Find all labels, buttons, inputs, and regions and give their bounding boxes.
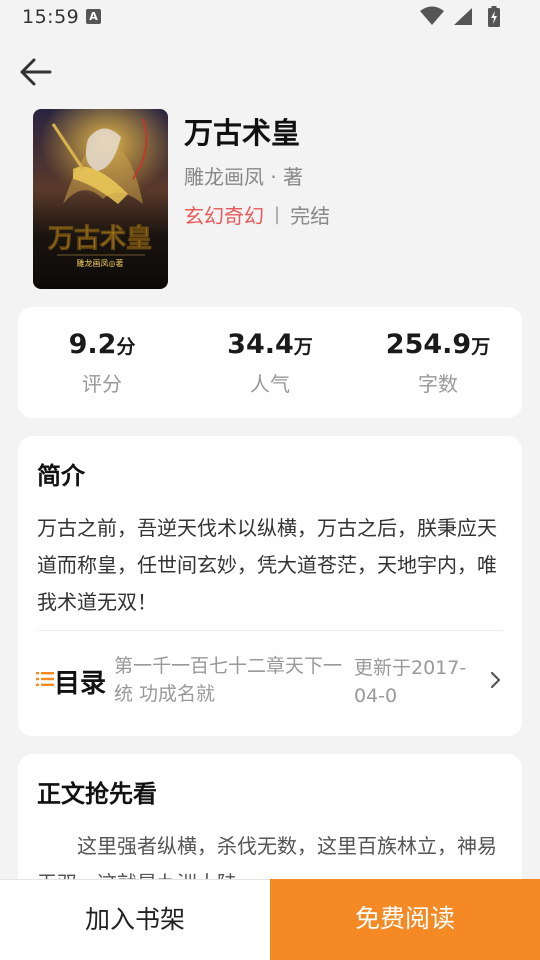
book-status: 完结 <box>290 204 331 228</box>
stat-unit: 万 <box>293 336 313 358</box>
book-meta: 玄幻奇幻 | 完结 <box>184 200 330 229</box>
preview-title: 正文抢先看 <box>37 780 157 808</box>
intro-text[interactable]: 万古之前，吾逆天伐术以纵横，万古之后，朕秉应天道而称皇，任世间玄妙，凭大道苍茫，… <box>37 510 507 621</box>
cover-title: 万古术皇 <box>48 224 152 254</box>
toc-label: 目录 <box>54 669 107 699</box>
intro-card: 简介 万古之前，吾逆天伐术以纵横，万古之后，朕秉应天道而称皇，任世间玄妙，凭大道… <box>18 436 522 736</box>
back-button[interactable] <box>16 52 56 92</box>
intro-title: 简介 <box>37 462 85 490</box>
book-title: 万古术皇 <box>184 116 301 150</box>
stat-value: 9.2 <box>68 329 117 360</box>
stat-value: 34.4 <box>227 329 294 360</box>
book-genre[interactable]: 玄幻奇幻 <box>184 200 264 229</box>
book-cover[interactable]: 万古术皇 雕龙画凤◎著 <box>33 109 168 289</box>
update-date: 更新于2017-04-0 <box>354 657 467 707</box>
status-time: 15:59 <box>22 6 80 28</box>
notification-icon: A <box>86 9 101 24</box>
signal-icon <box>454 8 472 25</box>
stat-word-count: 254.9万 字数 <box>354 329 522 397</box>
battery-icon <box>488 6 500 27</box>
wifi-icon <box>420 6 444 25</box>
stat-label: 字数 <box>418 372 458 396</box>
stat-rating: 9.2分 评分 <box>18 329 186 397</box>
divider <box>37 630 503 631</box>
add-to-shelf-button[interactable]: 加入书架 <box>0 880 270 960</box>
stat-popularity: 34.4万 人气 <box>186 329 354 397</box>
table-of-contents-row[interactable]: 目录 第一千一百七十二章天下一统 功成名就 更新于2017-04-0 <box>18 638 522 728</box>
status-bar: 15:59 A <box>0 0 540 34</box>
book-author[interactable]: 雕龙画凤 · 著 <box>184 161 303 190</box>
chevron-right-icon <box>490 671 501 689</box>
read-free-button[interactable]: 免费阅读 <box>270 879 540 960</box>
cover-art: 万古术皇 雕龙画凤◎著 <box>33 109 168 289</box>
cover-author: 雕龙画凤◎著 <box>77 258 124 268</box>
bottom-action-bar: 加入书架 免费阅读 <box>0 879 540 960</box>
stat-unit: 万 <box>471 336 491 358</box>
arrow-left-icon <box>20 58 52 86</box>
meta-separator: | <box>274 204 281 225</box>
stat-label: 人气 <box>250 372 290 396</box>
stat-label: 评分 <box>82 372 122 396</box>
list-icon <box>36 672 54 686</box>
stats-card: 9.2分 评分 34.4万 人气 254.9万 字数 <box>18 307 522 418</box>
latest-chapter: 第一千一百七十二章天下一统 功成名就 <box>114 655 343 705</box>
stat-unit: 分 <box>116 336 136 358</box>
stat-value: 254.9 <box>385 329 472 360</box>
